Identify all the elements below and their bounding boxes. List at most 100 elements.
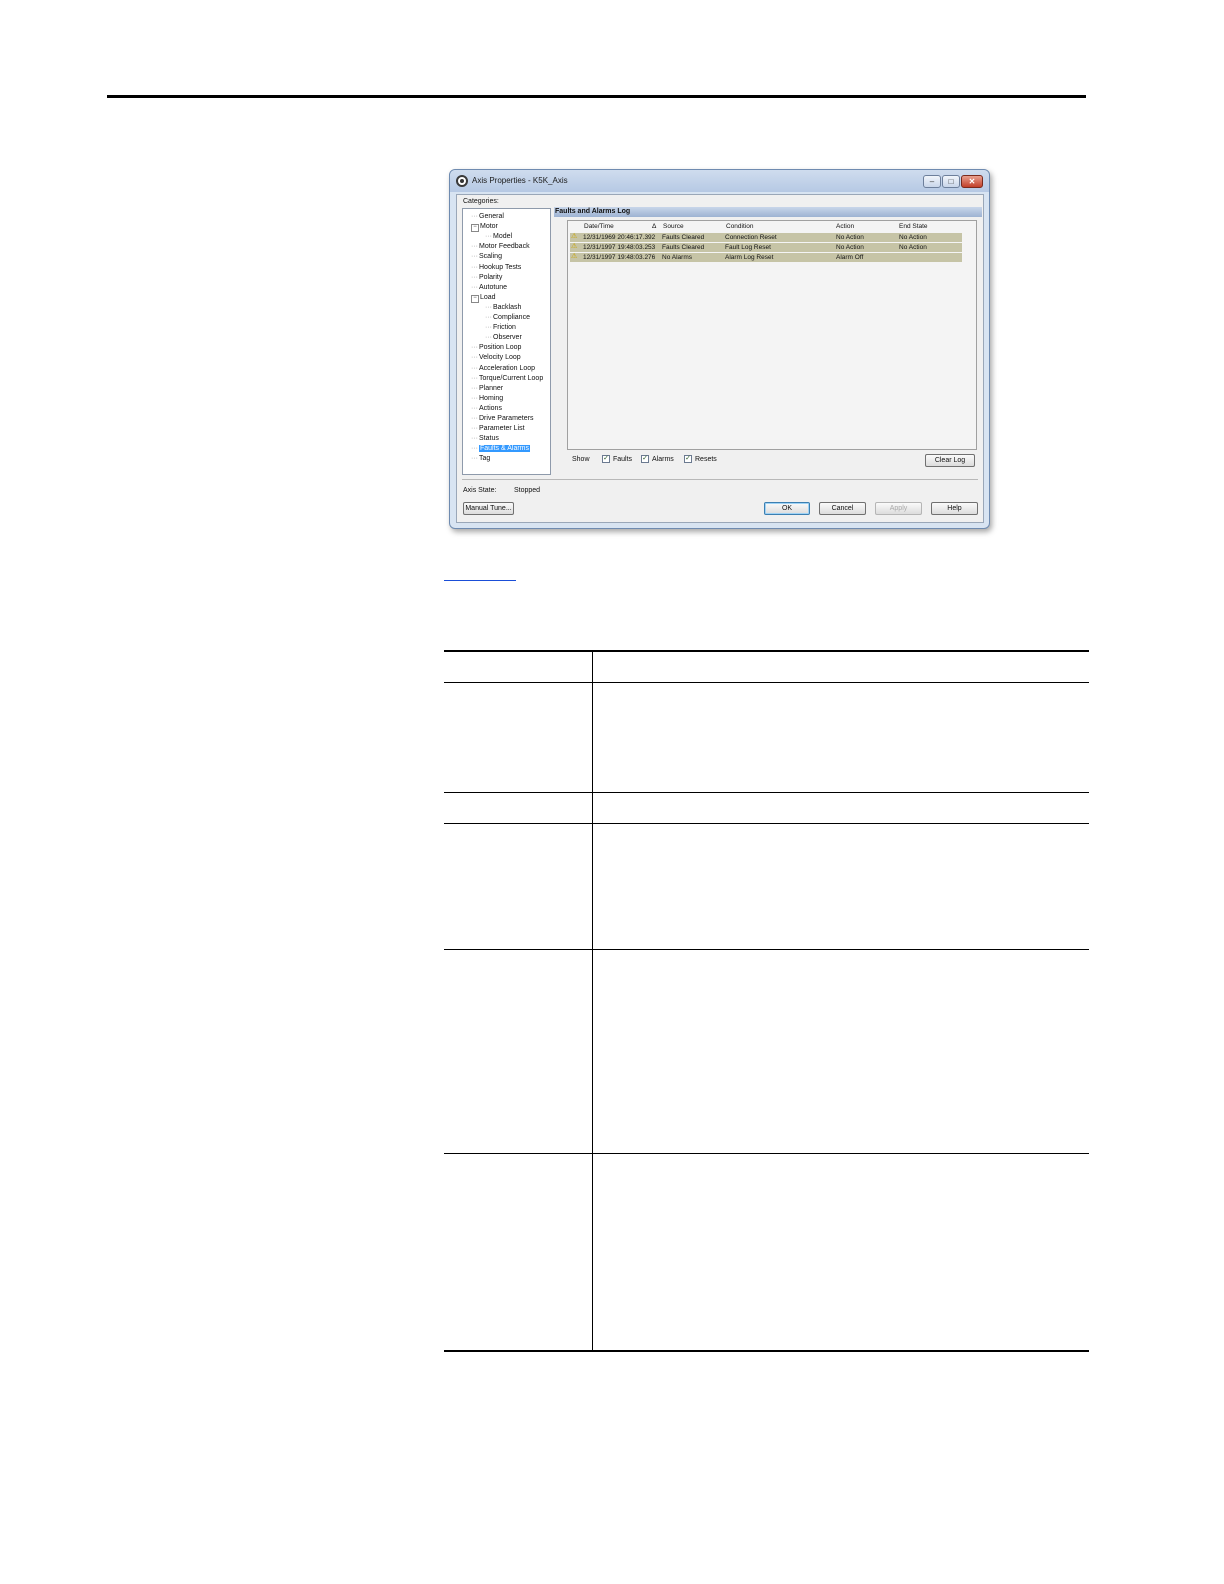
log-datetime: 12/31/1997 19:48:03.276 [583, 254, 656, 261]
column-header-action[interactable]: Action [836, 223, 854, 230]
column-header-end-state[interactable]: End State [899, 223, 928, 230]
tree-item[interactable]: ···Scaling [471, 252, 502, 261]
log-row[interactable]: ⚠ 12/31/1997 19:48:03.253 Faults Cleared… [570, 243, 962, 252]
cancel-button[interactable]: Cancel [819, 502, 866, 515]
tree-item[interactable]: ···Velocity Loop [471, 353, 521, 362]
tree-connector-icon: ··· [485, 303, 492, 311]
tree-item-label: Velocity Loop [479, 354, 521, 362]
categories-tree[interactable]: ···General − Motor ···Model ···Motor Feedbac… [462, 208, 551, 475]
tree-item-label: Motor Feedback [479, 243, 530, 251]
tree-connector-icon: ··· [471, 404, 478, 412]
tree-item[interactable]: ···Actions [471, 404, 502, 413]
tree-item[interactable]: ···Acceleration Loop [471, 364, 535, 373]
tree-item[interactable]: ···Tag [471, 454, 490, 463]
log-source: No Alarms [662, 254, 692, 261]
tree-item-label: Acceleration Loop [479, 364, 536, 372]
tree-connector-icon: ··· [471, 364, 478, 372]
log-condition: Alarm Log Reset [725, 254, 774, 261]
axis-properties-dialog: Axis Properties - K5K_Axis ‒ □ ✕ Categor… [449, 169, 990, 529]
tree-item-label: Friction [493, 324, 516, 332]
log-row[interactable]: ⚠ 12/31/1997 19:48:03.276 No Alarms Alar… [570, 253, 962, 262]
minimize-button[interactable]: ‒ [923, 175, 941, 188]
tree-item-label: Position Loop [479, 344, 522, 352]
tree-item[interactable]: ···Position Loop [471, 343, 521, 352]
log-datetime: 12/31/1997 19:48:03.253 [583, 244, 656, 251]
tree-item[interactable]: − Load [471, 293, 496, 303]
figure-reference-link[interactable] [444, 569, 516, 581]
tree-item[interactable]: ···Hookup Tests [471, 263, 521, 272]
collapse-icon[interactable]: − [471, 224, 479, 233]
tree-item-label: Status [479, 435, 499, 443]
tree-item[interactable]: ···Torque/Current Loop [471, 374, 543, 383]
tree-connector-icon: ··· [471, 354, 478, 362]
categories-label: Categories: [463, 198, 499, 205]
help-button[interactable]: Help [931, 502, 978, 515]
tree-item[interactable]: ···General [471, 212, 504, 221]
tree-item[interactable]: ···Model [485, 232, 512, 241]
ok-button[interactable]: OK [764, 502, 810, 515]
table-top-rule [444, 650, 1089, 652]
tree-item[interactable]: ···Planner [471, 384, 503, 393]
faults-checkbox[interactable]: ✓ [602, 455, 610, 463]
tree-item-label: Faults & Alarms [479, 445, 531, 453]
tree-item[interactable]: ···Compliance [485, 313, 530, 322]
tree-connector-icon: ··· [471, 374, 478, 382]
resets-checkbox[interactable]: ✓ [684, 455, 692, 463]
log-action: No Action [836, 244, 864, 251]
collapse-icon[interactable]: − [471, 294, 479, 303]
tree-item-label: Motor [480, 223, 498, 231]
log-datetime: 12/31/1969 20:46:17.392 [583, 234, 656, 241]
tree-item-label: Parameter List [479, 425, 525, 433]
column-header-datetime[interactable]: Date/Time [584, 223, 614, 230]
tree-item[interactable]: ··· Faults & Alarms [471, 444, 531, 453]
log-source: Faults Cleared [662, 234, 705, 241]
tree-item[interactable]: − Motor [471, 222, 498, 233]
warning-icon: ⚠ [571, 233, 578, 240]
manual-tune-button[interactable]: Manual Tune... [463, 502, 514, 515]
close-button[interactable]: ✕ [961, 175, 983, 188]
tree-item[interactable]: ···Friction [485, 323, 516, 332]
table-row-rule [444, 792, 1089, 793]
show-label: Show [572, 456, 590, 463]
tree-item[interactable]: ···Parameter List [471, 424, 525, 433]
tree-connector-icon: ··· [485, 314, 492, 321]
tree-item[interactable]: ···Autotune [471, 283, 507, 292]
dialog-titlebar[interactable]: Axis Properties - K5K_Axis ‒ □ ✕ [450, 170, 989, 192]
tree-item-label: Torque/Current Loop [479, 374, 544, 382]
log-condition: Fault Log Reset [725, 244, 771, 251]
tree-connector-icon: ··· [471, 283, 478, 291]
table-row-rule [444, 949, 1089, 950]
log-row[interactable]: ⚠ 12/31/1969 20:46:17.392 Faults Cleared… [570, 233, 962, 242]
alarms-checkbox[interactable]: ✓ [641, 455, 649, 463]
resets-checkbox-label: Resets [695, 456, 717, 463]
tree-item[interactable]: ···Drive Parameters [471, 414, 533, 423]
tree-item-label: Model [493, 233, 513, 241]
tree-item-label: Planner [479, 384, 504, 392]
apply-button[interactable]: Apply [875, 502, 922, 515]
alarms-checkbox-label: Alarms [652, 456, 674, 463]
faults-alarms-log-list[interactable]: Date/Time Δ Source Condition Action End … [567, 220, 977, 450]
tree-item[interactable]: ···Homing [471, 394, 503, 403]
log-action: Alarm Off [836, 254, 864, 261]
column-header-condition[interactable]: Condition [726, 223, 753, 230]
tree-connector-icon: ··· [485, 233, 492, 241]
tree-connector-icon: ··· [471, 263, 478, 271]
faults-alarms-log-header: Faults and Alarms Log [554, 207, 982, 217]
log-end-state: No Action [899, 234, 927, 241]
table-row-rule [444, 823, 1089, 824]
axis-state-label: Axis State: [463, 487, 497, 494]
tree-connector-icon: ··· [471, 253, 478, 261]
tree-item[interactable]: ···Observer [485, 333, 522, 342]
tree-item[interactable]: ···Motor Feedback [471, 242, 530, 251]
maximize-button[interactable]: □ [942, 175, 960, 188]
clear-log-button[interactable]: Clear Log [925, 454, 975, 467]
tree-connector-icon: ··· [485, 324, 492, 332]
tree-connector-icon: ··· [471, 243, 478, 251]
tree-connector-icon: ··· [471, 435, 478, 443]
tree-item[interactable]: ···Backlash [485, 303, 521, 312]
tree-item[interactable]: ···Status [471, 434, 499, 443]
tree-item[interactable]: ···Polarity [471, 273, 502, 282]
table-bottom-rule [444, 1350, 1089, 1352]
column-header-source[interactable]: Source [663, 223, 684, 230]
table-header-rule [444, 682, 1089, 683]
